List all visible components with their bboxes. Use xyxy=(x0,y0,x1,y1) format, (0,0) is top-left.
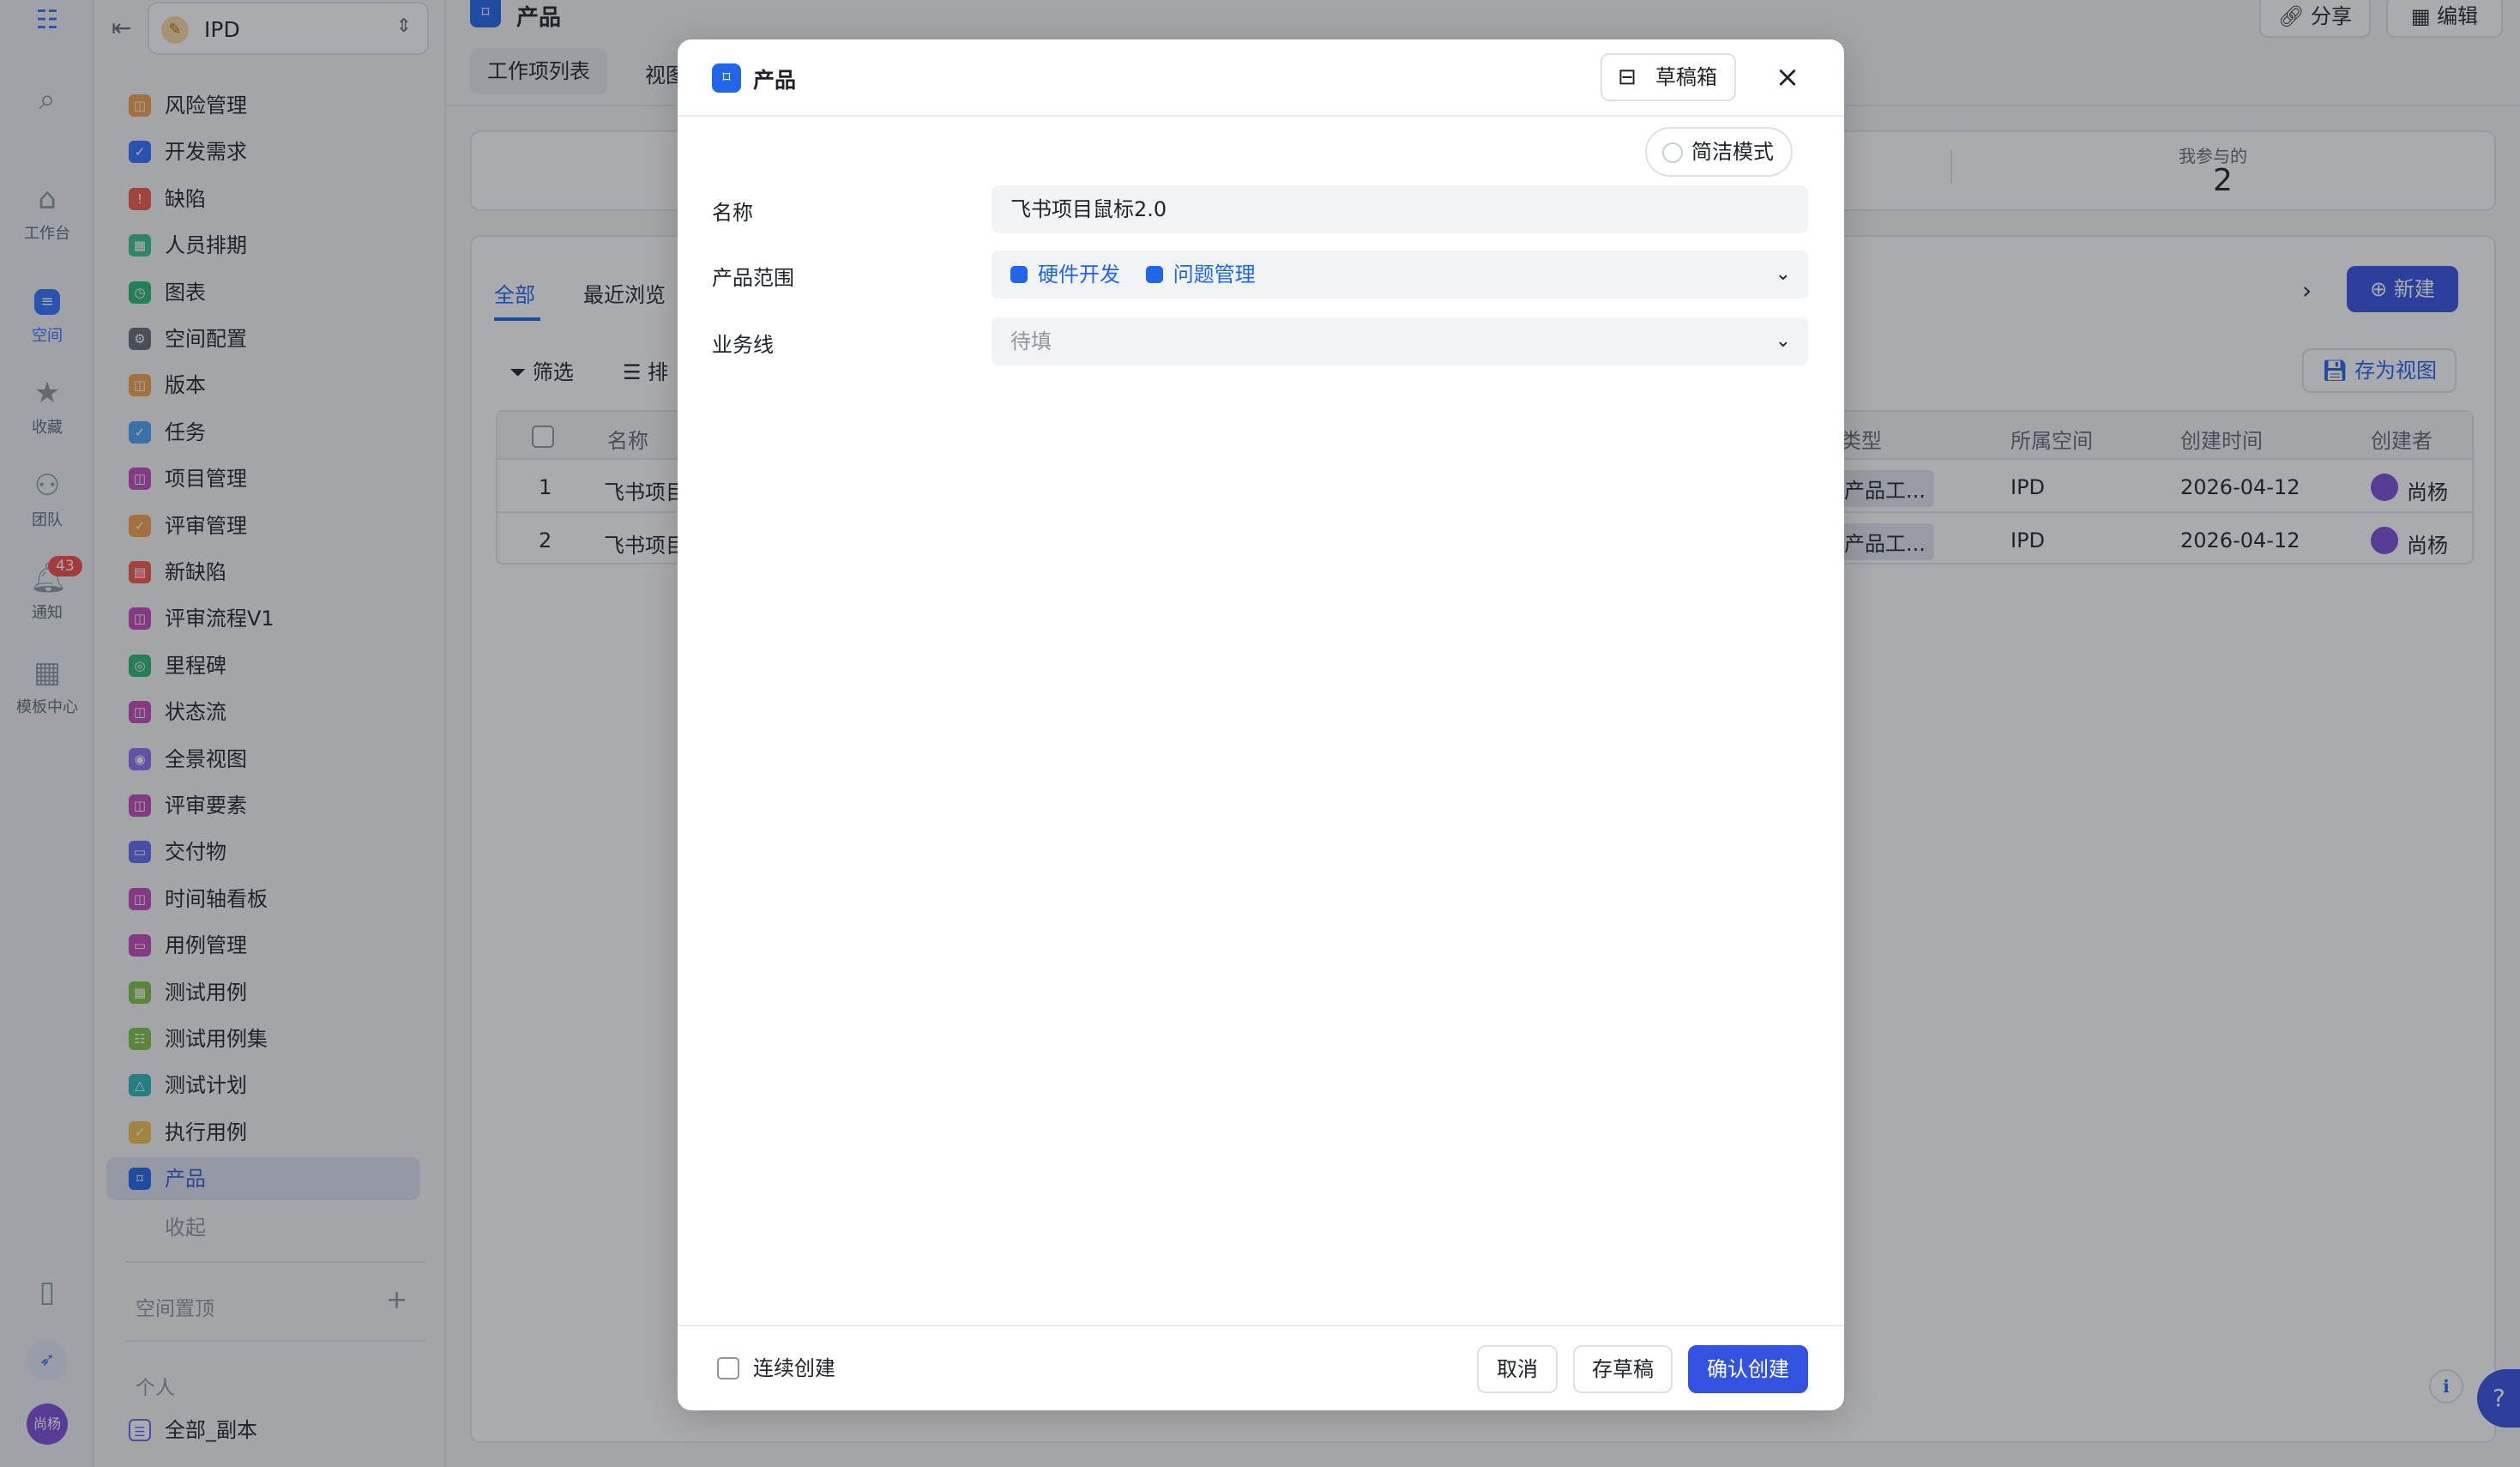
close-icon[interactable]: × xyxy=(1767,57,1808,98)
dialog-footer: 连续创建 取消 存草稿 确认创建 xyxy=(678,1325,1844,1410)
scope-tag-label: 问题管理 xyxy=(1173,263,1256,287)
tag-color-swatch xyxy=(1145,266,1163,283)
chevron-down-icon: ⌄ xyxy=(1775,330,1791,352)
dialog-header: ⌑ 产品 ⊟ 草稿箱 × xyxy=(678,39,1844,117)
scope-tag-label: 硬件开发 xyxy=(1038,263,1120,287)
business-line-select[interactable]: 待填 ⌄ xyxy=(992,317,1808,365)
name-input[interactable]: 飞书项目鼠标2.0 xyxy=(992,185,1808,233)
scope-tag: 问题管理 xyxy=(1145,251,1256,299)
dialog-title: 产品 xyxy=(753,68,797,93)
confirm-create-button[interactable]: 确认创建 xyxy=(1688,1345,1808,1393)
continuous-create-checkbox[interactable]: 连续创建 xyxy=(717,1355,835,1381)
chevron-down-icon: ⌄ xyxy=(1775,263,1791,285)
inbox-tray-icon: ⊟ xyxy=(1618,64,1637,90)
product-scope-select[interactable]: 硬件开发 问题管理 ⌄ xyxy=(992,251,1808,299)
tag-color-swatch xyxy=(1010,266,1028,283)
product-bookmark-icon: ⌑ xyxy=(712,63,741,93)
name-label: 名称 xyxy=(712,201,753,225)
simple-mode-toggle[interactable]: 简洁模式 xyxy=(1645,127,1793,177)
drafts-label: 草稿箱 xyxy=(1655,65,1717,89)
business-line-label: 业务线 xyxy=(712,333,774,357)
drafts-button[interactable]: ⊟ 草稿箱 xyxy=(1601,53,1736,101)
simple-mode-label: 简洁模式 xyxy=(1691,140,1774,164)
cancel-button[interactable]: 取消 xyxy=(1477,1345,1558,1393)
create-product-dialog: ⌑ 产品 ⊟ 草稿箱 × 简洁模式 名称 飞书项目鼠标2.0 产品范围 硬件开发… xyxy=(678,39,1844,1410)
continuous-create-label: 连续创建 xyxy=(753,1356,835,1380)
name-value: 飞书项目鼠标2.0 xyxy=(1010,197,1167,221)
radio-icon xyxy=(1662,142,1683,163)
checkbox-icon xyxy=(717,1357,739,1379)
product-scope-label: 产品范围 xyxy=(712,266,794,290)
scope-tag: 硬件开发 xyxy=(1010,251,1120,299)
save-draft-button[interactable]: 存草稿 xyxy=(1573,1345,1673,1393)
business-line-placeholder: 待填 xyxy=(1010,329,1052,353)
